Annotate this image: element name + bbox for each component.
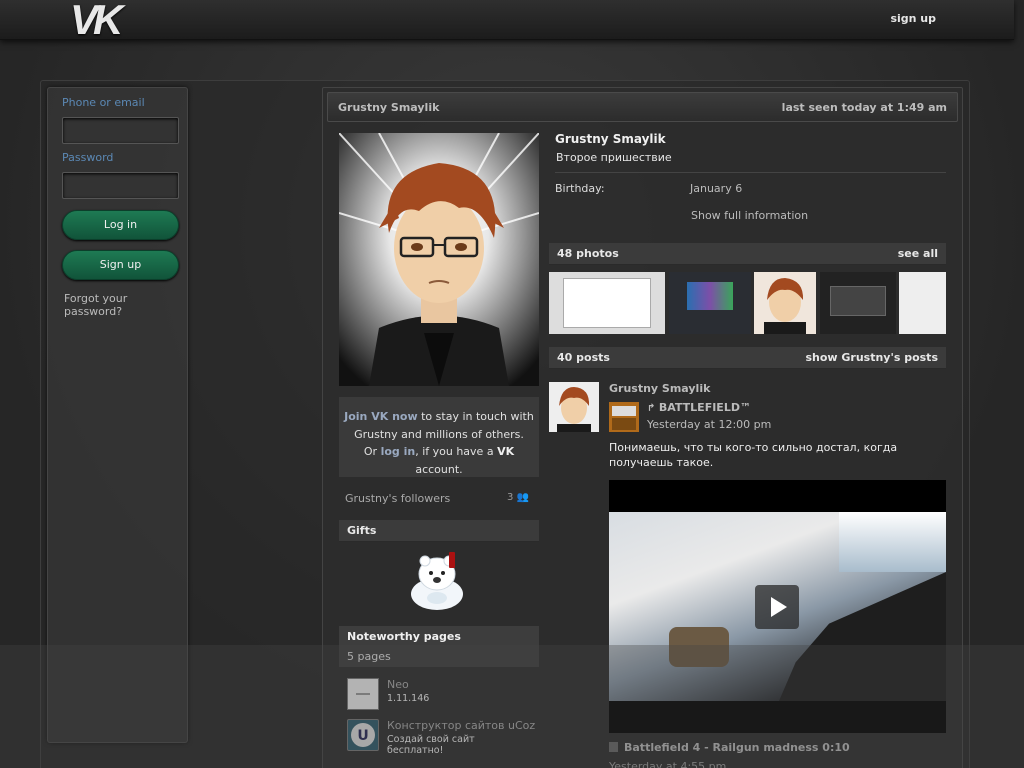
show-posts-link[interactable]: show Grustny's posts (805, 347, 938, 368)
password-input[interactable] (62, 172, 179, 199)
join-text-1: to stay in touch with (417, 410, 534, 423)
photo-thumb[interactable] (820, 272, 896, 334)
repost-source[interactable]: ↱ BATTLEFIELD™ (647, 401, 751, 414)
sign-up-link[interactable]: sign up (890, 12, 936, 25)
followers-label: Grustny's followers (345, 492, 451, 505)
divider (555, 172, 946, 173)
battlefield-avatar[interactable] (609, 402, 639, 432)
profile-status: Второе пришествие (556, 151, 672, 164)
show-full-info-link[interactable]: Show full information (691, 209, 808, 222)
play-icon[interactable] (755, 585, 799, 629)
profile-header: Grustny Smaylik last seen today at 1:49 … (327, 92, 958, 122)
noteworthy-page-item[interactable]: U Конструктор сайтов uCoz Создай свой са… (347, 719, 537, 759)
noteworthy-count: 5 pages (347, 650, 391, 663)
photos-title: 48 photos (557, 247, 619, 260)
photo-thumb[interactable] (669, 272, 751, 334)
see-all-link[interactable]: see all (898, 243, 938, 264)
join-text-2: Grustny and millions of others. (354, 427, 524, 441)
forgot-password-link[interactable]: Forgot your password? (64, 292, 187, 318)
birthday-label: Birthday: (555, 182, 605, 195)
photo-thumb[interactable] (549, 272, 665, 334)
noteworthy-page-item[interactable]: Neo 1.11.146 (347, 678, 537, 718)
photo-thumb[interactable] (899, 272, 946, 334)
page-name: Neo (387, 678, 409, 691)
repost-time[interactable]: Yesterday at 12:00 pm (647, 418, 771, 431)
video-icon (609, 742, 618, 752)
page-name: Конструктор сайтов uCoz (387, 719, 536, 732)
noteworthy-pages-header[interactable]: Noteworthy pages 5 pages (339, 626, 539, 667)
birthday-value[interactable]: January 6 (690, 182, 742, 195)
photo-strip (549, 272, 946, 334)
followers-count: 3 👥 (506, 492, 529, 503)
join-vk-word: VK (497, 445, 515, 458)
repost-icon: ↱ (647, 403, 659, 414)
video-time[interactable]: Yesterday at 4:55 pm (609, 760, 726, 768)
ucoz-page-icon: U (347, 719, 379, 751)
join-text-4: account. (415, 462, 463, 476)
page-desc: Создай свой сайт бесплатно! (387, 734, 475, 756)
login-panel: Phone or email Password Log in Sign up F… (47, 87, 188, 743)
post-text: Понимаешь, что ты кого-то сильно достал,… (609, 441, 898, 469)
post-author-avatar[interactable] (549, 382, 599, 432)
profile-avatar[interactable] (339, 133, 539, 386)
header-name: Grustny Smaylik (338, 101, 440, 114)
phone-input[interactable] (62, 117, 179, 144)
video-player[interactable] (609, 480, 946, 733)
last-seen: last seen today at 1:49 am (781, 101, 947, 114)
join-box: Join VK now to stay in touch with Grustn… (339, 397, 539, 477)
posts-title: 40 posts (557, 351, 610, 364)
signup-button[interactable]: Sign up (62, 250, 179, 280)
join-or: Or (363, 445, 381, 458)
phone-label: Phone or email (62, 96, 145, 109)
avatar-illustration (339, 133, 539, 386)
svg-text:U: U (357, 728, 368, 744)
followers-link[interactable]: Grustny's followers 3 👥 (345, 492, 535, 505)
page-desc: 1.11.146 (387, 693, 430, 704)
join-vk-link[interactable]: Join VK now (344, 410, 418, 423)
gift-polar-bear-icon[interactable] (405, 548, 469, 612)
join-login-link[interactable]: log in (381, 445, 416, 458)
photo-thumb[interactable] (754, 272, 816, 334)
noteworthy-title: Noteworthy pages (347, 630, 461, 643)
vk-logo[interactable]: VK (70, 0, 136, 41)
join-text-3: , if you have a (415, 445, 498, 458)
people-icon: 👥 (516, 492, 529, 503)
gifts-title: Gifts (347, 524, 377, 537)
neo-page-icon (347, 678, 379, 710)
profile-name: Grustny Smaylik (555, 132, 666, 146)
posts-header[interactable]: 40 posts show Grustny's posts (549, 347, 946, 369)
gifts-header: Gifts (339, 520, 539, 542)
video-title[interactable]: Battlefield 4 - Railgun madness 0:10 (609, 741, 850, 754)
login-button[interactable]: Log in (62, 210, 179, 240)
post-author-name[interactable]: Grustny Smaylik (609, 382, 710, 395)
photos-header[interactable]: 48 photos see all (549, 243, 946, 265)
password-label: Password (62, 151, 114, 164)
top-bar: VK sign up (0, 0, 1014, 41)
